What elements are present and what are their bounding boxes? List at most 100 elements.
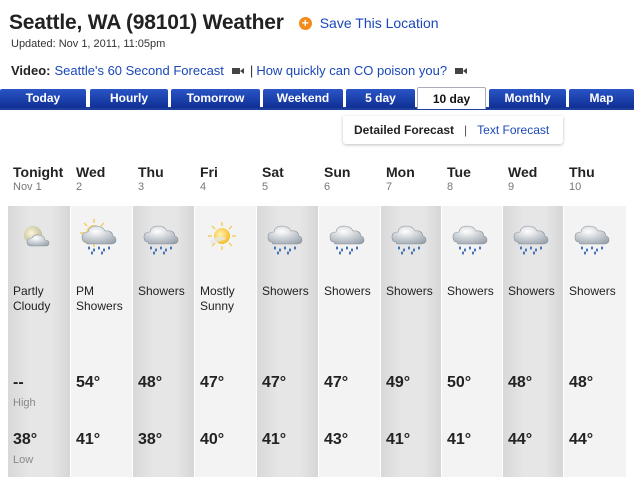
showers-icon (138, 218, 182, 255)
tab-tomorrow[interactable]: Tomorrow (171, 89, 260, 108)
condition-text: Showers (569, 284, 616, 299)
plus-icon: + (298, 16, 312, 30)
tab-monthly[interactable]: Monthly (489, 89, 566, 108)
tab-10-day[interactable]: 10 day (417, 87, 486, 109)
tab-hourly[interactable]: Hourly (90, 89, 168, 108)
forecast-day-column: Thu 10 Showers 48° 44° (564, 160, 626, 477)
condition-line: Partly (13, 284, 44, 298)
showers-icon (262, 218, 306, 255)
forecast-day-column: Mon 7 Showers 49° 41° (381, 160, 441, 477)
day-header: Mon 7 (381, 160, 441, 204)
title-row: Seattle, WA (98101) Weather + Save This … (9, 8, 439, 38)
forecast-day-column: Tue 8 Showers 50° 41° (442, 160, 502, 477)
video-camera-icon (231, 67, 244, 75)
tab-map[interactable]: Map (569, 89, 634, 108)
forecast-subtabs: Detailed Forecast | Text Forecast (343, 116, 563, 144)
forecast-day-column: Sat 5 Showers 47° 41° (257, 160, 318, 477)
condition-text: PM Showers (76, 284, 123, 314)
day-header: Thu 10 (564, 160, 626, 204)
day-name: Mon (386, 164, 415, 180)
low-temp: 38° (13, 431, 38, 448)
high-temp: -- (13, 374, 24, 391)
forecast-day-column: Tonight Nov 1 Partly Cloudy -- 38° High Low (8, 160, 70, 477)
condition-line: Showers (138, 284, 185, 298)
day-date: 5 (262, 181, 269, 193)
forecast-day-column: Thu 3 Showers 48° 38° (133, 160, 194, 477)
day-name: Sun (324, 164, 351, 180)
low-temp: 41° (386, 431, 411, 448)
day-name: Fri (200, 164, 218, 180)
tab-today[interactable]: Today (0, 89, 86, 108)
high-label: High (13, 397, 36, 409)
condition-line: Sunny (200, 299, 235, 313)
condition-line: Showers (508, 284, 555, 298)
day-body: Mostly Sunny 47° 40° (195, 206, 256, 477)
low-temp: 44° (569, 431, 594, 448)
condition-text: Showers (262, 284, 309, 299)
day-body: Showers 50° 41° (442, 206, 502, 477)
video-link-co[interactable]: How quickly can CO poison you? (256, 63, 447, 78)
day-date: 2 (76, 181, 83, 193)
showers-icon (324, 218, 368, 255)
low-label: Low (13, 454, 34, 466)
video-link-forecast[interactable]: Seattle's 60 Second Forecast (55, 63, 224, 78)
pm-showers-icon (76, 218, 120, 255)
low-temp: 38° (138, 431, 163, 448)
day-body: Showers 48° 38° (133, 206, 194, 477)
mostly-sunny-icon (200, 218, 244, 254)
day-name: Sat (262, 164, 284, 180)
day-body: Showers 47° 41° (257, 206, 318, 477)
video-separator: | (249, 63, 254, 78)
condition-line: Showers (324, 284, 371, 298)
low-temp: 44° (508, 431, 533, 448)
day-name: Thu (569, 164, 595, 180)
day-header: Wed 9 (503, 160, 563, 204)
condition-line: Showers (386, 284, 433, 298)
subtab-detailed-forecast[interactable]: Detailed Forecast (354, 123, 454, 137)
day-date: 8 (447, 181, 454, 193)
day-name: Thu (138, 164, 164, 180)
day-body: Showers 47° 43° (319, 206, 380, 477)
condition-text: Showers (508, 284, 555, 299)
day-name: Wed (76, 164, 106, 180)
day-header: Wed 2 (71, 160, 132, 204)
high-temp: 50° (447, 374, 472, 391)
condition-line: PM (76, 284, 94, 298)
day-date: 4 (200, 181, 207, 193)
condition-line: Showers (262, 284, 309, 298)
day-body: Showers 49° 41° (381, 206, 441, 477)
day-body: PM Showers 54° 41° (71, 206, 132, 477)
condition-text: Showers (447, 284, 494, 299)
subtab-text-forecast[interactable]: Text Forecast (477, 123, 549, 137)
condition-text: Showers (138, 284, 185, 299)
video-label: Video: (11, 63, 51, 78)
day-name: Wed (508, 164, 538, 180)
high-temp: 48° (569, 374, 594, 391)
save-location-label[interactable]: Save This Location (320, 15, 439, 31)
low-temp: 41° (262, 431, 287, 448)
condition-line: Mostly (200, 284, 235, 298)
condition-text: Showers (386, 284, 433, 299)
day-header: Sun 6 (319, 160, 380, 204)
day-body: Showers 48° 44° (503, 206, 563, 477)
ten-day-forecast-grid: Tonight Nov 1 Partly Cloudy -- 38° High Low Wed 2… (8, 160, 634, 477)
day-name: Tonight (13, 164, 64, 180)
save-location-button[interactable]: + Save This Location (298, 15, 439, 31)
condition-line: Showers (569, 284, 616, 298)
day-header: Thu 3 (133, 160, 194, 204)
low-temp: 40° (200, 431, 225, 448)
high-temp: 48° (508, 374, 533, 391)
low-temp: 41° (447, 431, 472, 448)
high-temp: 54° (76, 374, 101, 391)
updated-timestamp: Updated: Nov 1, 2011, 11:05pm (11, 38, 166, 50)
forecast-day-column: Sun 6 Showers 47° 43° (319, 160, 380, 477)
high-temp: 47° (262, 374, 287, 391)
video-row: Video: Seattle's 60 Second Forecast | Ho… (11, 63, 473, 78)
day-name: Tue (447, 164, 471, 180)
showers-icon (569, 218, 613, 255)
tab-5-day[interactable]: 5 day (346, 89, 415, 108)
condition-line: Cloudy (13, 299, 51, 313)
day-header: Tue 8 (442, 160, 502, 204)
tab-weekend[interactable]: Weekend (263, 89, 343, 108)
forecast-day-column: Fri 4 Mostly Sunny 47° 40° (195, 160, 256, 477)
